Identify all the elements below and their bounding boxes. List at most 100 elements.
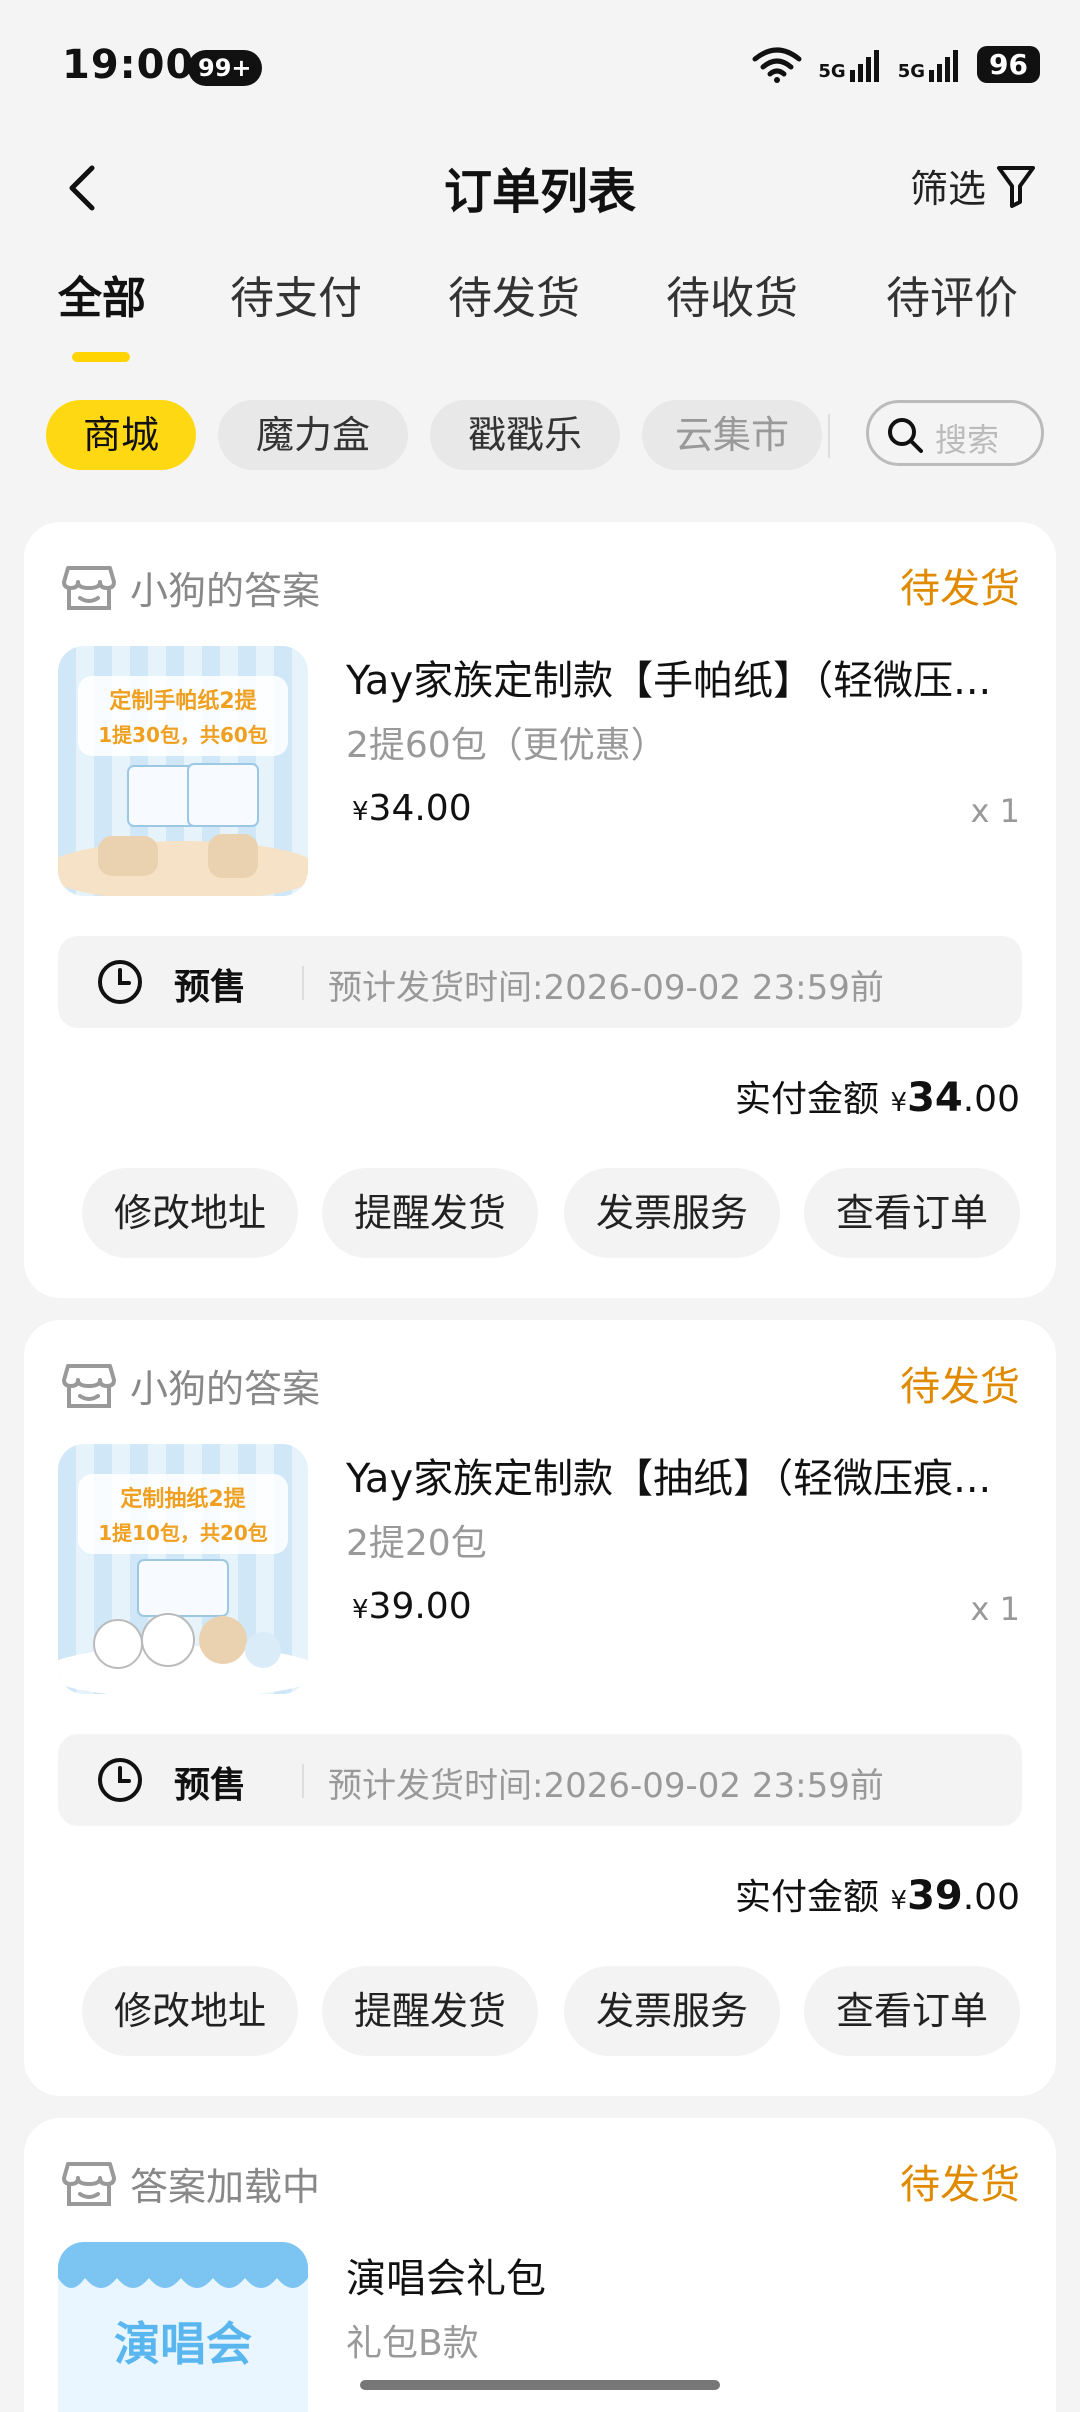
order-status: 待发货 [900,1364,1020,1410]
order-actions: 修改地址 提醒发货 发票服务 查看订单 [82,1966,1048,2056]
order-card[interactable]: 答案加载中 待发货 演唱会 演唱会礼包 礼包B款 [24,2118,1056,2412]
chip-mall[interactable]: 商城 [46,400,196,470]
change-address-button[interactable]: 修改地址 [82,1168,298,1258]
order-status-tabs: 全部 待支付 待发货 待收货 待评价 [0,262,1080,372]
chip-magic-box[interactable]: 魔力盒 [218,400,408,470]
presale-separator [302,966,304,1000]
concert-product-image: 演唱会 [58,2242,308,2412]
product-spec: 2提20包 [346,1523,487,1564]
price-currency: ¥ [352,1595,369,1625]
product-thumbnail[interactable]: 定制抽纸2提 1提10包，共20包 [58,1444,308,1694]
order-card[interactable]: 小狗的答案 待发货 定制手帕纸2提 1提30包，共60包 Yay家族定制款【手帕… [24,522,1056,1298]
status-time: 19:00 [62,42,195,88]
product-price: ¥39.00 [352,1586,472,1627]
presale-ship-time: 预计发货时间:2026-09-02 23:59前 [328,968,884,1008]
paid-currency: ¥ [890,1886,908,1916]
home-indicator[interactable] [360,2380,720,2390]
product-price: ¥34.00 [352,788,472,829]
thumb-subtitle: 1提10包，共20包 [98,1521,268,1545]
signal-icon [849,49,879,82]
presale-separator [302,1764,304,1798]
chip-poke-fun[interactable]: 戳戳乐 [430,400,620,470]
remind-ship-button[interactable]: 提醒发货 [322,1168,538,1258]
invoice-service-button[interactable]: 发票服务 [564,1168,780,1258]
network-type-1: 5G [818,60,846,82]
paid-currency: ¥ [890,1088,908,1118]
view-order-button[interactable]: 查看订单 [804,1966,1020,2056]
clock-icon [98,1758,142,1802]
notification-badge: 99+ [188,50,262,86]
shop-row[interactable]: 小狗的答案 [62,1358,320,1413]
tab-all[interactable]: 全部 [58,262,146,326]
tab-pending-review[interactable]: 待评价 [886,262,1018,326]
active-tab-indicator [72,352,130,362]
product-thumbnail[interactable]: 定制手帕纸2提 1提30包，共60包 [58,646,308,896]
product-quantity: x 1 [970,792,1020,830]
presale-info: 预售 预计发货时间:2026-09-02 23:59前 [58,1734,1022,1826]
status-icons: 5G 5G 96 [752,46,1040,83]
presale-label: 预售 [174,967,247,1008]
signal-2: 5G [898,48,961,82]
paid-integer: 39 [907,1873,963,1919]
status-bar: 19:00 99+ 5G 5G 96 [0,0,1080,140]
filter-label: 筛选 [909,167,986,211]
product-spec: 2提60包（更优惠） [346,725,667,766]
order-actions: 修改地址 提醒发货 发票服务 查看订单 [82,1168,1048,1258]
price-value: 39.00 [368,1586,472,1627]
tissue-product-image: 定制手帕纸2提 1提30包，共60包 [58,646,308,896]
tab-pending-shipment[interactable]: 待发货 [448,262,580,326]
shop-name: 小狗的答案 [130,569,321,613]
product-title[interactable]: Yay家族定制款【抽纸】（轻微压痕... [346,1446,1026,1504]
search-placeholder: 搜索 [935,421,1000,459]
store-icon [62,1363,116,1408]
category-chips: 商城 魔力盒 戳戳乐 云集市 搜索 [0,400,1080,476]
order-card[interactable]: 小狗的答案 待发货 定制抽纸2提 1提10包，共20包 Yay家族定制款【抽纸】… [24,1320,1056,2096]
chip-cloud-market[interactable]: 云集市 [642,400,822,470]
thumb-title: 定制手帕纸2提 [109,688,257,714]
signal-1: 5G [818,48,881,82]
presale-info: 预售 预计发货时间:2026-09-02 23:59前 [58,936,1022,1028]
filter-icon [997,165,1035,208]
shop-name: 答案加载中 [130,2165,321,2209]
paid-decimal: .00 [962,1079,1020,1120]
shop-row[interactable]: 答案加载中 [62,2156,320,2211]
shop-name: 小狗的答案 [130,1367,321,1411]
thumb-subtitle: 1提30包，共60包 [98,723,268,747]
product-title[interactable]: Yay家族定制款【手帕纸】（轻微压... [346,648,1026,706]
product-quantity: x 1 [970,1590,1020,1628]
product-title[interactable]: 演唱会礼包 [346,2246,1026,2304]
chip-divider [828,414,830,458]
product-thumbnail[interactable]: 演唱会 [58,2242,308,2412]
thumb-title: 定制抽纸2提 [120,1486,246,1512]
change-address-button[interactable]: 修改地址 [82,1966,298,2056]
wifi-icon [752,47,802,83]
battery-indicator: 96 [977,46,1040,83]
tab-pending-payment[interactable]: 待支付 [230,262,362,326]
signal-icon [929,49,959,82]
search-input[interactable]: 搜索 [866,400,1044,466]
paid-integer: 34 [907,1075,963,1121]
paid-label: 实付金额 [735,1877,880,1918]
network-type-2: 5G [897,60,926,82]
invoice-service-button[interactable]: 发票服务 [564,1966,780,2056]
store-icon [62,565,116,610]
price-value: 34.00 [368,788,472,829]
paid-decimal: .00 [962,1877,1020,1918]
app-header: 订单列表 筛选 [0,140,1080,230]
order-status: 待发货 [900,2162,1020,2208]
remind-ship-button[interactable]: 提醒发货 [322,1966,538,2056]
presale-label: 预售 [174,1765,247,1806]
search-icon [888,418,923,453]
shop-row[interactable]: 小狗的答案 [62,560,320,615]
filter-button[interactable]: 筛选 [910,158,1036,213]
paid-amount: 实付金额 ¥34.00 [735,1070,1020,1122]
clock-icon [98,960,142,1004]
paid-label: 实付金额 [735,1079,880,1120]
thumb-title: 演唱会 [114,2317,252,2371]
price-currency: ¥ [352,797,369,827]
product-spec: 礼包B款 [346,2323,479,2364]
order-status: 待发货 [900,566,1020,612]
tab-pending-receipt[interactable]: 待收货 [666,262,798,326]
view-order-button[interactable]: 查看订单 [804,1168,1020,1258]
tissue-product-image: 定制抽纸2提 1提10包，共20包 [58,1444,308,1694]
